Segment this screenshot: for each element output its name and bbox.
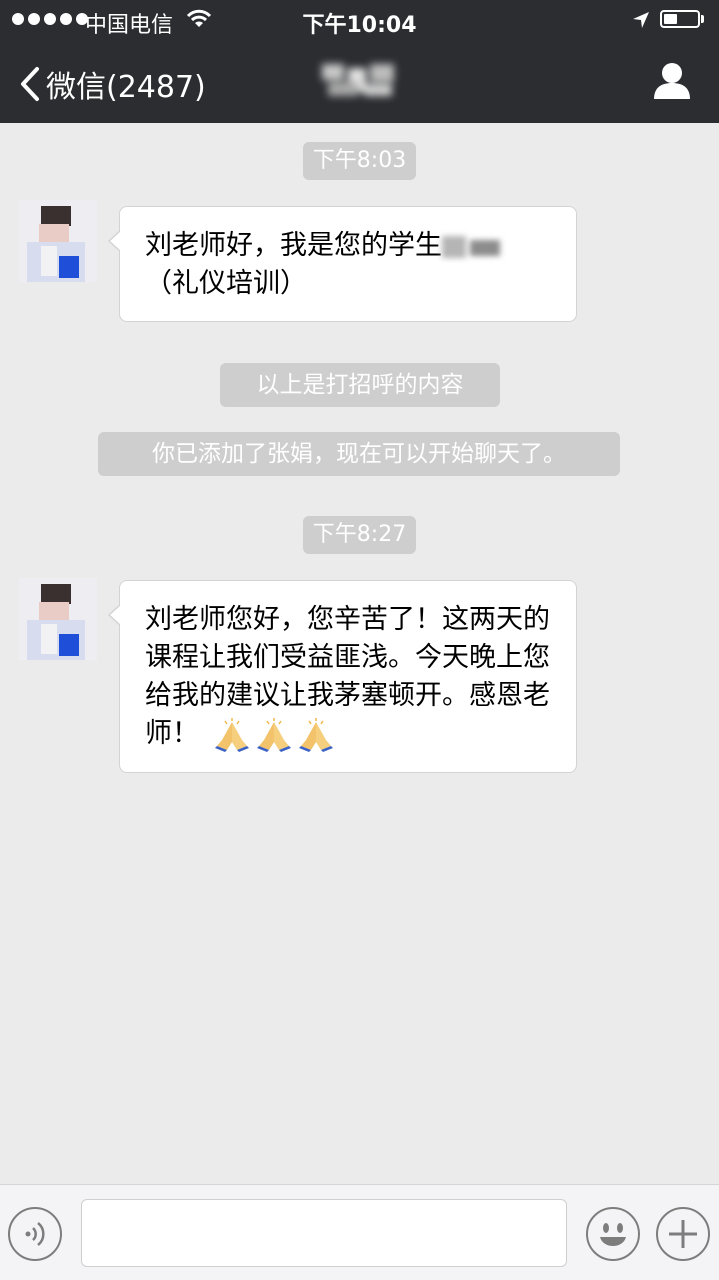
location-arrow-icon <box>633 12 649 28</box>
contact-avatar[interactable] <box>19 578 97 660</box>
system-message: 你已添加了张娟，现在可以开始聊天了。 <box>98 432 620 476</box>
person-icon <box>654 63 690 99</box>
message-bubble[interactable]: 刘老师好，我是您的学生 （礼仪培训） <box>108 206 577 322</box>
more-button[interactable] <box>656 1207 710 1261</box>
nav-bar: 微信(2487) <box>0 40 719 123</box>
battery-tip <box>701 15 704 23</box>
profile-button[interactable] <box>652 62 692 104</box>
voice-icon <box>25 1222 45 1246</box>
timestamp-pill: 下午8:03 <box>303 142 416 180</box>
message-text-continued: （礼仪培训） <box>145 268 307 299</box>
chat-title-redacted <box>318 60 400 102</box>
folded-hands-icon <box>299 717 333 752</box>
folded-hands-icon <box>257 717 291 752</box>
message-text: 刘老师您好，您辛苦了！这两天的课程让我们受益匪浅。今天晚上您给我的建议让我茅塞顿… <box>145 604 550 749</box>
smiley-icon <box>600 1223 626 1246</box>
emoji-button[interactable] <box>586 1207 640 1261</box>
back-button[interactable]: 微信(2487) <box>18 62 206 106</box>
plus-icon <box>669 1220 697 1248</box>
input-bar <box>0 1184 719 1280</box>
message-input[interactable] <box>81 1199 567 1267</box>
back-label: 微信(2487) <box>46 70 206 105</box>
status-time: 下午10:04 <box>302 13 417 38</box>
message-bubble[interactable]: 刘老师您好，您辛苦了！这两天的课程让我们受益匪浅。今天晚上您给我的建议让我茅塞顿… <box>108 580 577 773</box>
timestamp-pill: 下午8:27 <box>303 516 416 554</box>
redacted-name <box>442 234 504 260</box>
folded-hands-icon <box>215 717 249 752</box>
status-bar: 中国电信 下午10:04 <box>0 0 719 40</box>
chevron-left-icon <box>21 67 39 101</box>
voice-button[interactable] <box>8 1207 62 1261</box>
system-message: 以上是打招呼的内容 <box>220 363 500 407</box>
contact-avatar[interactable] <box>19 200 97 282</box>
battery-icon <box>660 10 700 28</box>
message-text: 刘老师好，我是您的学生 <box>145 230 442 261</box>
top-bar: 中国电信 下午10:04 微信(2487) <box>0 0 719 123</box>
emoji-group <box>213 717 335 752</box>
